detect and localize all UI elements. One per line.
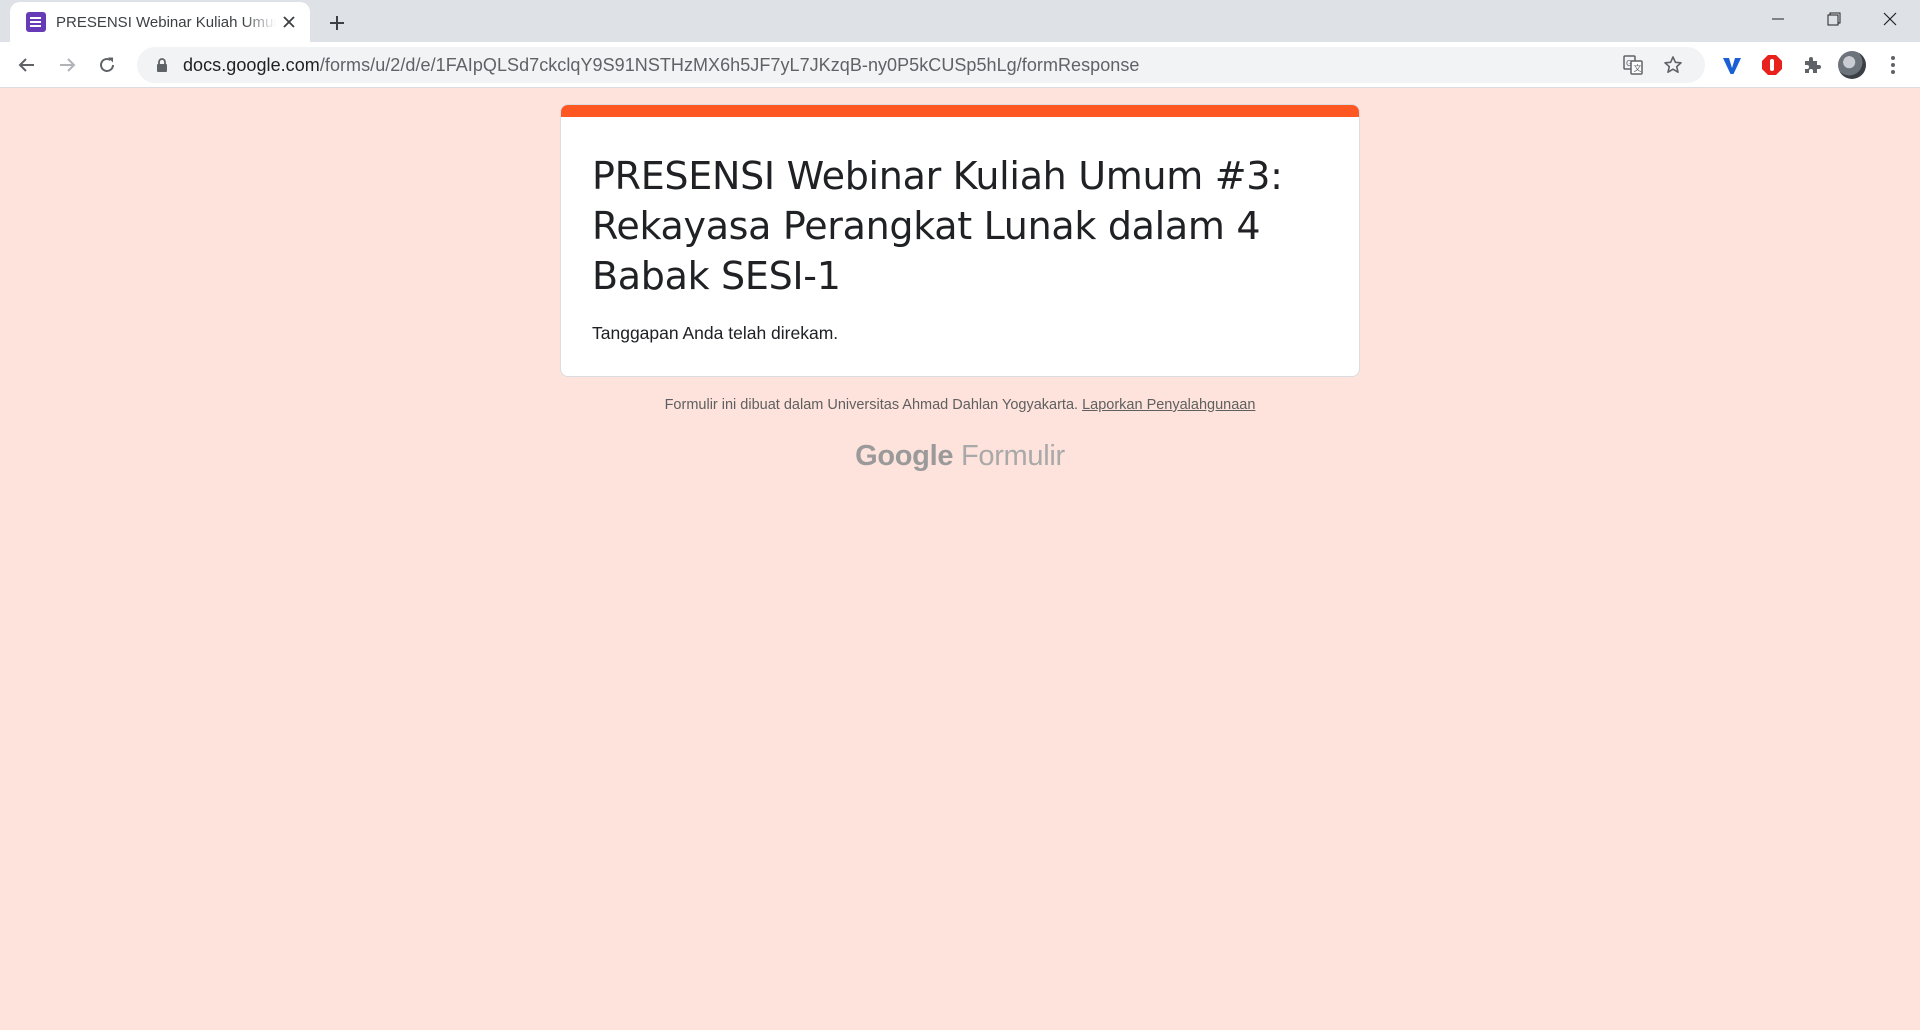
forward-button[interactable] bbox=[51, 49, 83, 81]
bookmark-star-icon[interactable] bbox=[1659, 52, 1687, 78]
arrow-left-icon bbox=[18, 58, 34, 72]
back-button[interactable] bbox=[11, 49, 43, 81]
new-tab-button[interactable] bbox=[322, 8, 352, 38]
reload-button[interactable] bbox=[91, 49, 123, 81]
translate-icon[interactable]: G文 bbox=[1619, 52, 1647, 78]
brand-product: Formulir bbox=[960, 440, 1065, 472]
browser-toolbar: docs.google.com/forms/u/2/d/e/1FAIpQLSd7… bbox=[0, 42, 1920, 88]
reload-icon bbox=[100, 57, 114, 72]
arrow-right-icon bbox=[60, 58, 76, 72]
svg-text:文: 文 bbox=[1634, 63, 1642, 73]
form-title: PRESENSI Webinar Kuliah Umum #3: Rekayas… bbox=[592, 154, 1283, 298]
url-host: docs.google.com bbox=[183, 54, 320, 75]
svg-text:G: G bbox=[1626, 59, 1632, 68]
extension-v-icon[interactable] bbox=[1718, 51, 1746, 79]
footer-note-text: Formulir ini dibuat dalam Universitas Ah… bbox=[664, 397, 1079, 413]
url-text[interactable]: docs.google.com/forms/u/2/d/e/1FAIpQLSd7… bbox=[183, 55, 1139, 76]
lock-icon[interactable] bbox=[151, 57, 173, 73]
puzzle-icon[interactable] bbox=[1798, 51, 1826, 79]
window-close-button[interactable] bbox=[1862, 0, 1918, 38]
report-abuse-link[interactable]: Laporkan Penyalahgunaan bbox=[1082, 397, 1255, 413]
tab-strip: PRESENSI Webinar Kuliah Umum #3: Rekayas… bbox=[0, 0, 1920, 42]
google-forms-icon bbox=[26, 12, 46, 32]
browser-tab-active[interactable]: PRESENSI Webinar Kuliah Umum #3: Rekayas… bbox=[10, 2, 310, 42]
brand-google: Google bbox=[855, 440, 954, 472]
url-path: /forms/u/2/d/e/1FAIpQLSd7ckclqY9S91NSTHz… bbox=[319, 54, 1140, 75]
google-forms-logo[interactable]: Google Formulir bbox=[0, 440, 1920, 473]
profile-avatar[interactable] bbox=[1838, 51, 1866, 79]
footer-note: Formulir ini dibuat dalam Universitas Ah… bbox=[0, 397, 1920, 413]
form-confirmation-card: PRESENSI Webinar Kuliah Umum #3: Rekayas… bbox=[560, 104, 1360, 377]
address-bar[interactable]: docs.google.com/forms/u/2/d/e/1FAIpQLSd7… bbox=[137, 47, 1705, 83]
tab-title: PRESENSI Webinar Kuliah Umum #3: Rekayas… bbox=[56, 13, 276, 31]
restore-button[interactable] bbox=[1806, 0, 1862, 38]
minimize-button[interactable] bbox=[1750, 0, 1806, 38]
extension-adblock-icon[interactable] bbox=[1758, 51, 1786, 79]
card-accent-bar bbox=[561, 105, 1359, 117]
confirmation-message: Tanggapan Anda telah direkam. bbox=[592, 323, 839, 343]
menu-kebab-icon[interactable] bbox=[1879, 51, 1907, 79]
close-icon[interactable] bbox=[278, 11, 300, 33]
